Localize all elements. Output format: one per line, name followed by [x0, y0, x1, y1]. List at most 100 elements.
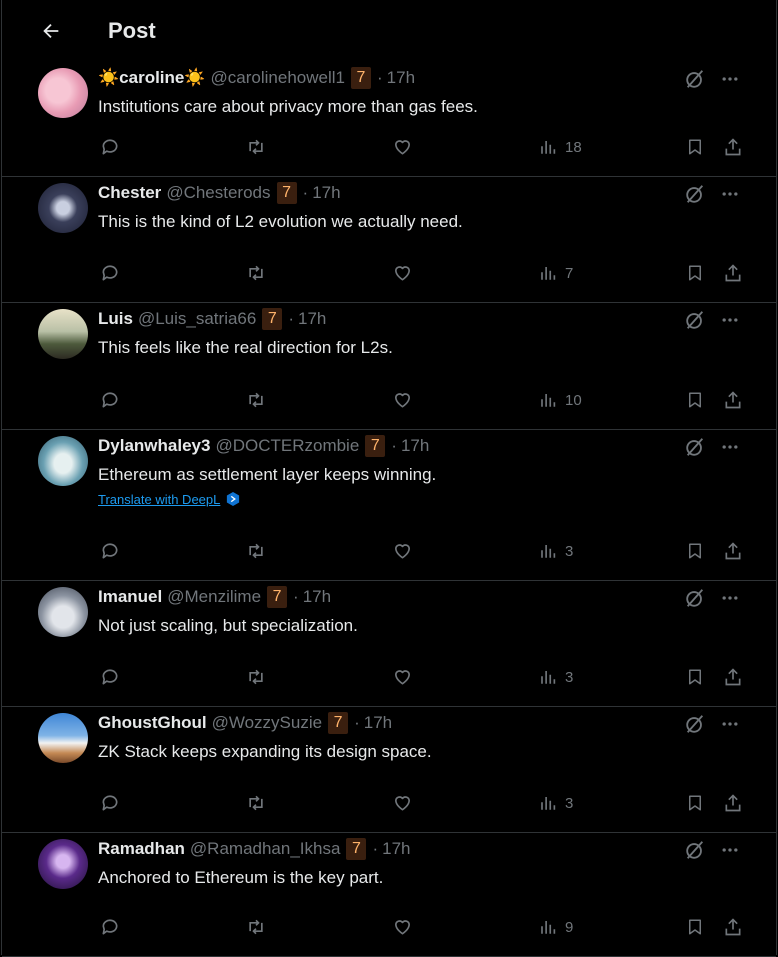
like-button[interactable] — [392, 137, 413, 157]
repost-button[interactable] — [245, 667, 267, 687]
grok-icon[interactable] — [684, 587, 706, 609]
more-icon[interactable] — [720, 714, 740, 734]
views-button[interactable]: 3 — [539, 793, 573, 813]
display-name[interactable]: Dylanwhaley3 — [98, 436, 210, 456]
repost-button[interactable] — [245, 793, 267, 813]
bookmark-button[interactable] — [686, 390, 704, 410]
reply-button[interactable] — [100, 667, 120, 687]
views-button[interactable]: 10 — [539, 390, 582, 410]
translate-link[interactable]: Translate with DeepL — [98, 491, 756, 507]
bookmark-button[interactable] — [686, 917, 704, 937]
avatar[interactable] — [38, 68, 88, 118]
reply-button[interactable] — [100, 917, 120, 937]
bookmark-button[interactable] — [686, 541, 704, 561]
timestamp[interactable]: 17h — [401, 436, 429, 456]
share-button[interactable] — [723, 541, 743, 561]
reply-item[interactable]: Dylanwhaley3 @DOCTERzombie 7 · 17h Ether… — [2, 430, 776, 581]
reply-button[interactable] — [100, 137, 120, 157]
repost-button[interactable] — [245, 137, 267, 157]
like-button[interactable] — [392, 263, 413, 283]
share-icon[interactable] — [723, 390, 743, 410]
timestamp[interactable]: 17h — [303, 587, 331, 607]
bookmark-button[interactable] — [686, 137, 704, 157]
share-icon[interactable] — [723, 793, 743, 813]
grok-icon[interactable] — [684, 839, 706, 861]
display-name[interactable]: Chester — [98, 183, 161, 203]
user-handle[interactable]: @Ramadhan_Ikhsa — [190, 839, 341, 859]
reply-item[interactable]: Chester @Chesterods 7 · 17h This is the … — [2, 177, 776, 303]
views-button[interactable]: 7 — [539, 263, 573, 283]
timestamp[interactable]: 17h — [298, 309, 326, 329]
bookmark-button[interactable] — [686, 667, 704, 687]
reply-button[interactable] — [100, 263, 120, 283]
avatar[interactable] — [38, 183, 88, 233]
bookmark-button[interactable] — [686, 263, 704, 283]
timestamp[interactable]: 17h — [364, 713, 392, 733]
grok-icon[interactable] — [684, 68, 706, 90]
translate-label[interactable]: Translate with DeepL — [98, 492, 220, 507]
more-icon[interactable] — [720, 310, 740, 330]
display-name[interactable]: Ramadhan — [98, 839, 185, 859]
share-icon[interactable] — [723, 667, 743, 687]
user-handle[interactable]: @DOCTERzombie — [215, 436, 359, 456]
user-handle[interactable]: @WozzySuzie — [212, 713, 322, 733]
share-button[interactable] — [723, 667, 743, 687]
share-icon[interactable] — [723, 917, 743, 937]
reply-item[interactable]: Imanuel @Menzilime 7 · 17h Not just scal… — [2, 581, 776, 707]
reply-button[interactable] — [100, 390, 120, 410]
display-name[interactable]: ☀️caroline☀️ — [98, 68, 206, 88]
timestamp[interactable]: 17h — [312, 183, 340, 203]
share-button[interactable] — [723, 390, 743, 410]
reply-item[interactable]: Luis @Luis_satria66 7 · 17h This feels l… — [2, 303, 776, 430]
share-icon[interactable] — [723, 541, 743, 561]
repost-button[interactable] — [245, 917, 267, 937]
reply-item[interactable]: ☀️caroline☀️ @carolinehowell1 7 · 17h In… — [2, 62, 776, 177]
timestamp[interactable]: 17h — [387, 68, 415, 88]
display-name[interactable]: Imanuel — [98, 587, 162, 607]
more-icon[interactable] — [720, 69, 740, 89]
share-icon[interactable] — [723, 137, 743, 157]
like-button[interactable] — [392, 667, 413, 687]
views-button[interactable]: 18 — [539, 137, 582, 157]
avatar[interactable] — [38, 309, 88, 359]
back-button[interactable] — [39, 19, 63, 43]
user-handle[interactable]: @carolinehowell1 — [211, 68, 345, 88]
avatar[interactable] — [38, 839, 88, 889]
reply-item[interactable]: Ramadhan @Ramadhan_Ikhsa 7 · 17h Anchore… — [2, 833, 776, 957]
user-handle[interactable]: @Menzilime — [167, 587, 261, 607]
repost-button[interactable] — [245, 263, 267, 283]
like-button[interactable] — [392, 541, 413, 561]
display-name[interactable]: GhoustGhoul — [98, 713, 207, 733]
views-button[interactable]: 9 — [539, 917, 573, 937]
like-button[interactable] — [392, 793, 413, 813]
reply-item[interactable]: GhoustGhoul @WozzySuzie 7 · 17h ZK Stack… — [2, 707, 776, 833]
grok-icon[interactable] — [684, 183, 706, 205]
grok-icon[interactable] — [684, 713, 706, 735]
display-name[interactable]: Luis — [98, 309, 133, 329]
bookmark-button[interactable] — [686, 793, 704, 813]
views-button[interactable]: 3 — [539, 541, 573, 561]
avatar[interactable] — [38, 436, 88, 486]
share-button[interactable] — [723, 263, 743, 283]
repost-button[interactable] — [245, 390, 267, 410]
share-icon[interactable] — [723, 263, 743, 283]
bookmark-icon[interactable] — [686, 541, 704, 561]
avatar[interactable] — [38, 587, 88, 637]
grok-icon[interactable] — [684, 436, 706, 458]
more-icon[interactable] — [720, 588, 740, 608]
share-button[interactable] — [723, 793, 743, 813]
more-icon[interactable] — [720, 437, 740, 457]
more-icon[interactable] — [720, 840, 740, 860]
bookmark-icon[interactable] — [686, 137, 704, 157]
like-button[interactable] — [392, 390, 413, 410]
share-button[interactable] — [723, 917, 743, 937]
user-handle[interactable]: @Luis_satria66 — [138, 309, 256, 329]
repost-button[interactable] — [245, 541, 267, 561]
more-icon[interactable] — [720, 184, 740, 204]
avatar[interactable] — [38, 713, 88, 763]
user-handle[interactable]: @Chesterods — [166, 183, 270, 203]
share-button[interactable] — [723, 137, 743, 157]
bookmark-icon[interactable] — [686, 917, 704, 937]
bookmark-icon[interactable] — [686, 793, 704, 813]
reply-button[interactable] — [100, 793, 120, 813]
